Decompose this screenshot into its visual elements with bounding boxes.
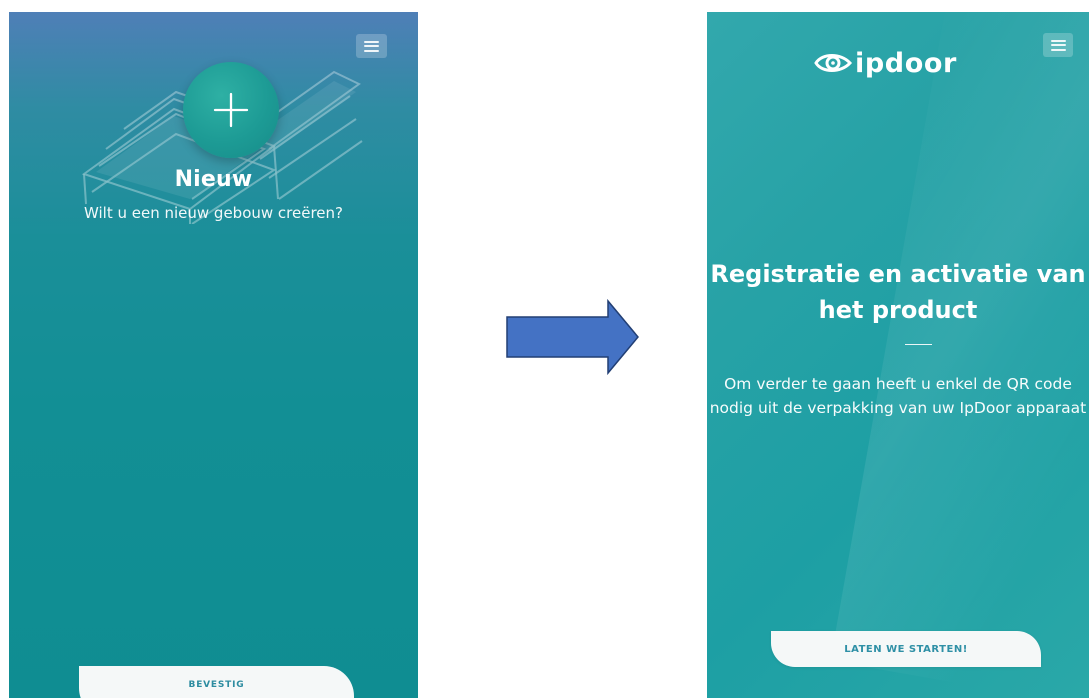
ipdoor-logo: ipdoor	[813, 45, 957, 81]
left-phone-screen: Nieuw Wilt u een nieuw gebouw creëren? B…	[9, 12, 418, 698]
menu-icon	[364, 40, 379, 52]
background-glow	[830, 12, 1089, 698]
menu-icon	[1050, 39, 1066, 51]
title-divider	[905, 344, 932, 345]
new-title: Nieuw	[174, 167, 253, 192]
start-button[interactable]: LATEN WE STARTEN!	[771, 631, 1041, 667]
plus-icon	[213, 92, 249, 128]
right-arrow-icon	[506, 298, 639, 376]
ipdoor-brand-text: ipdoor	[855, 47, 957, 79]
new-building-question: Wilt u een nieuw gebouw creëren?	[83, 204, 343, 222]
registration-title: Registratie en activatie van het product	[710, 260, 1086, 324]
ipdoor-eye-logo-icon	[814, 54, 853, 72]
new-building-button[interactable]	[183, 62, 279, 158]
menu-button[interactable]	[1043, 33, 1073, 57]
confirm-button[interactable]: BEVESTIG	[79, 666, 354, 698]
right-phone-screen: ipdoor Registratie en activatie van het …	[707, 12, 1089, 698]
qr-instructions: Om verder te gaan heeft u enkel de QR co…	[709, 375, 1087, 417]
menu-button[interactable]	[356, 34, 387, 58]
